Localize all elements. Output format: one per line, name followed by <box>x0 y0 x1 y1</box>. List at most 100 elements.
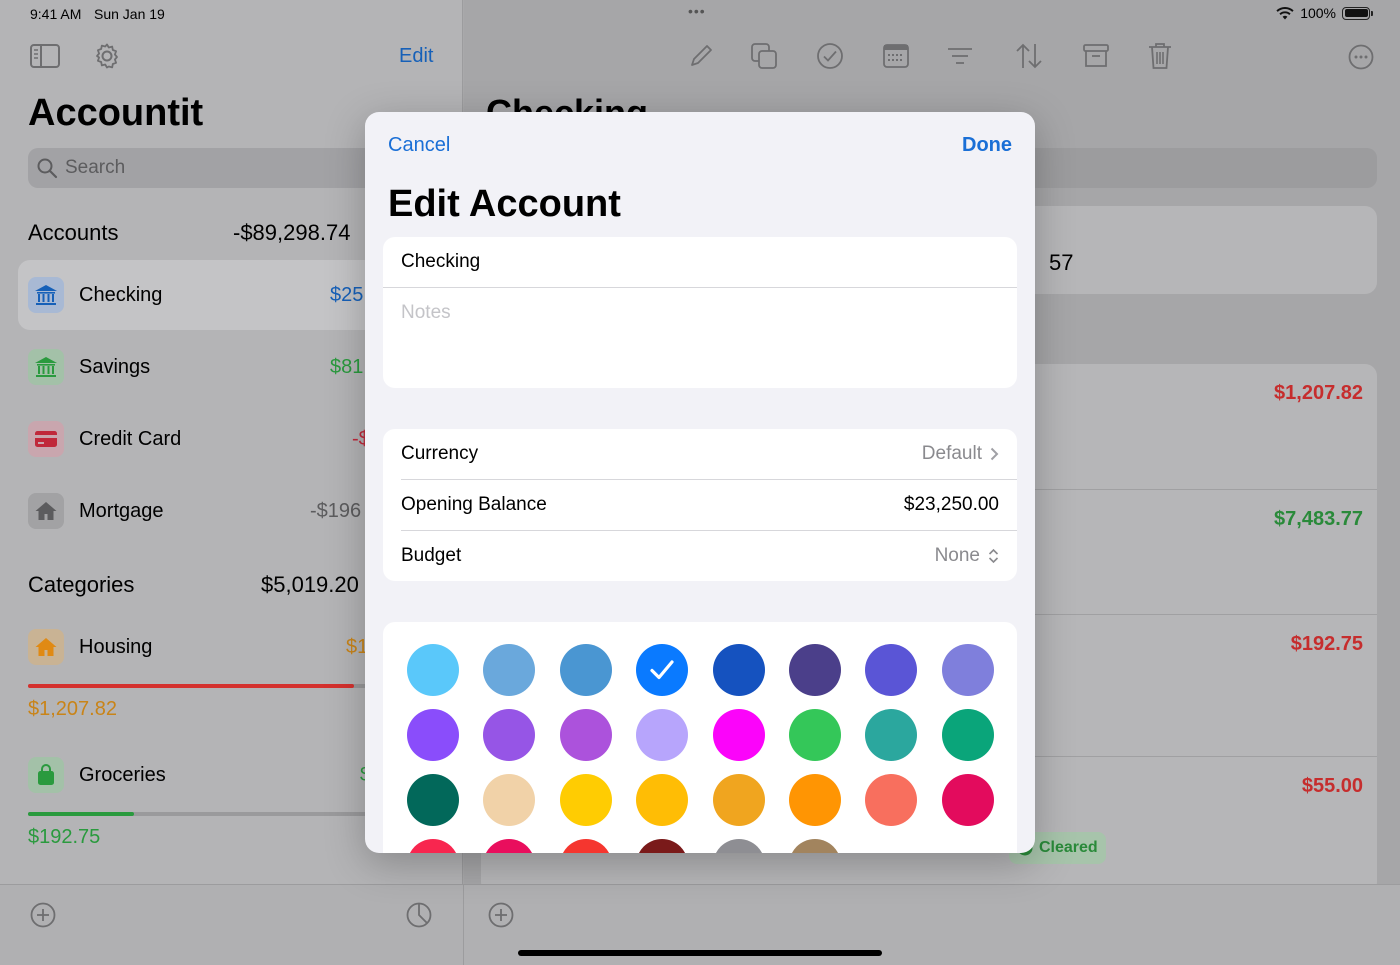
color-swatch[interactable] <box>636 774 689 826</box>
filter-icon[interactable] <box>946 46 974 66</box>
multitasking-dots-icon[interactable]: ••• <box>688 3 706 19</box>
color-swatch[interactable] <box>941 774 994 826</box>
cleared-tag-label: Cleared <box>1039 839 1098 856</box>
status-bar: 9:41 AM Sun Jan 19 ••• 100% <box>0 0 1400 28</box>
add-icon[interactable] <box>30 902 56 928</box>
color-swatch[interactable] <box>559 774 612 826</box>
account-amount: $25 <box>330 284 364 306</box>
search-placeholder: Search <box>65 157 126 178</box>
color-swatch[interactable] <box>712 709 765 761</box>
house-icon <box>28 493 64 529</box>
color-swatch[interactable] <box>941 644 994 696</box>
sheet-title: Edit Account <box>388 183 621 225</box>
currency-row[interactable]: Currency Default <box>383 429 1017 480</box>
account-name-field[interactable]: Checking <box>383 237 1017 288</box>
opening-balance-value[interactable]: $23,250.00 <box>904 494 999 516</box>
color-swatch[interactable] <box>941 709 994 761</box>
house-icon <box>28 629 64 665</box>
accounts-header-total: -$89,298.74 <box>233 220 351 245</box>
bank-icon <box>28 277 64 313</box>
transaction-amount: $55.00 <box>1301 775 1363 797</box>
account-name: Mortgage <box>79 500 164 522</box>
checkmark-circle-icon[interactable] <box>816 42 844 70</box>
color-swatch[interactable] <box>789 774 841 826</box>
currency-value: Default <box>921 443 982 464</box>
color-swatch[interactable] <box>559 644 612 696</box>
budget-label: Budget <box>401 545 462 566</box>
trash-icon[interactable] <box>1147 41 1173 71</box>
color-swatch[interactable] <box>407 774 459 826</box>
account-name: Savings <box>79 356 151 378</box>
status-right: 100% <box>1276 5 1373 21</box>
housing-spent: $1,207.82 <box>28 698 117 720</box>
bag-icon <box>28 757 64 793</box>
color-swatch[interactable] <box>789 709 841 761</box>
category-name: Housing <box>79 636 153 658</box>
budget-value-wrap: None <box>935 545 999 567</box>
categories-header-total: $5,019.20 <box>261 572 359 597</box>
color-swatch[interactable] <box>483 709 536 761</box>
transaction-amount: $192.75 <box>1290 633 1363 655</box>
notes-field[interactable]: Notes <box>401 302 451 324</box>
gear-icon[interactable] <box>93 42 121 70</box>
currency-label: Currency <box>401 443 479 464</box>
archive-icon[interactable] <box>1082 42 1110 70</box>
color-swatch[interactable] <box>407 839 459 853</box>
battery-percent: 100% <box>1300 5 1336 21</box>
calendar-icon[interactable] <box>882 43 910 69</box>
color-swatch[interactable] <box>407 709 459 761</box>
cancel-button[interactable]: Cancel <box>388 134 450 157</box>
account-name: Credit Card <box>79 428 182 450</box>
color-picker-grid <box>383 622 1017 853</box>
color-swatch-selected[interactable] <box>636 644 689 696</box>
account-amount: -$196 <box>310 500 362 522</box>
color-swatch[interactable] <box>865 644 918 696</box>
sort-icon[interactable] <box>1014 42 1044 70</box>
done-button[interactable]: Done <box>962 134 1012 157</box>
chevron-up-down-icon <box>988 548 999 564</box>
color-swatch[interactable] <box>636 839 689 853</box>
color-swatch[interactable] <box>559 839 612 853</box>
sidebar-toggle-icon[interactable] <box>30 44 60 68</box>
transaction-amount: $7,483.77 <box>1274 508 1363 530</box>
bottom-divider <box>463 885 464 965</box>
app-title: Accountit <box>28 92 204 134</box>
color-swatch[interactable] <box>483 839 536 853</box>
account-name: Checking <box>79 284 163 306</box>
category-name: Groceries <box>79 764 166 786</box>
checkmark-icon <box>650 660 674 680</box>
color-swatch[interactable] <box>636 709 689 761</box>
color-swatch[interactable] <box>559 709 612 761</box>
color-swatch[interactable] <box>483 644 536 696</box>
pencil-icon[interactable] <box>688 43 714 69</box>
status-time: 9:41 AM <box>30 6 82 22</box>
budget-row[interactable]: Budget None <box>383 531 1017 581</box>
color-swatch[interactable] <box>483 774 536 826</box>
color-swatch[interactable] <box>865 709 918 761</box>
currency-value-wrap: Default <box>922 443 999 465</box>
color-swatch[interactable] <box>865 774 918 826</box>
pie-chart-icon[interactable] <box>406 902 432 928</box>
balance-card-value: 57 <box>1049 250 1074 275</box>
account-amount: $81 <box>330 356 364 378</box>
bank-icon <box>28 349 64 385</box>
wifi-icon <box>1276 6 1294 19</box>
budget-value: None <box>934 545 980 566</box>
edit-button[interactable]: Edit <box>399 45 433 68</box>
transaction-amount: $1,207.82 <box>1274 382 1363 404</box>
duplicate-icon[interactable] <box>750 42 778 70</box>
home-indicator <box>518 950 882 956</box>
more-icon[interactable] <box>1348 44 1374 70</box>
edit-account-sheet: Cancel Done Edit Account Checking Notes … <box>365 112 1035 853</box>
add-transaction-icon[interactable] <box>488 902 514 928</box>
opening-balance-row[interactable]: Opening Balance $23,250.00 <box>383 480 1017 531</box>
color-swatch[interactable] <box>712 644 765 696</box>
color-swatch[interactable] <box>789 839 841 853</box>
color-swatch[interactable] <box>407 644 459 696</box>
groceries-spent: $192.75 <box>28 826 101 848</box>
opening-balance-label: Opening Balance <box>401 494 547 515</box>
groceries-progress-fill <box>28 812 134 816</box>
color-swatch[interactable] <box>789 644 841 696</box>
color-swatch[interactable] <box>712 774 765 826</box>
color-swatch[interactable] <box>712 839 765 853</box>
